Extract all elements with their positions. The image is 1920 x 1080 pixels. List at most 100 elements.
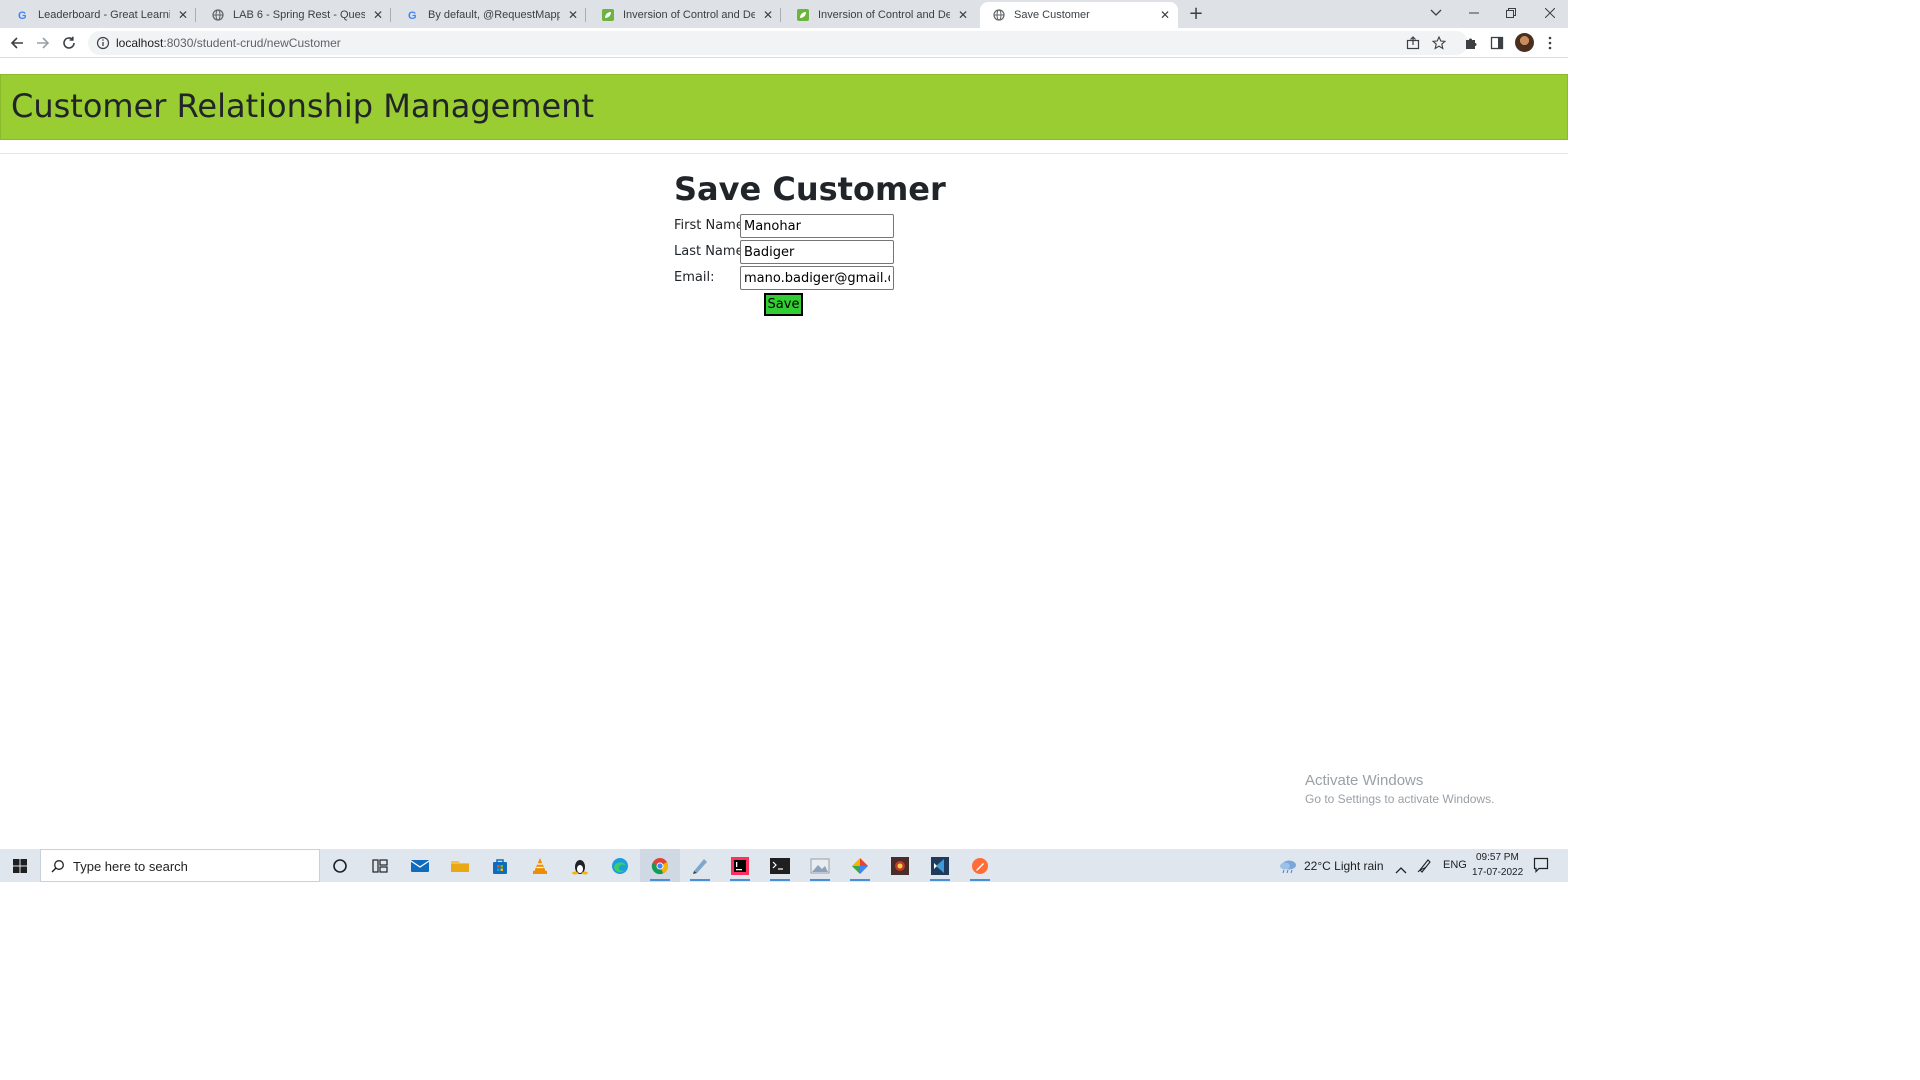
reload-icon <box>63 36 75 49</box>
header-divider <box>0 153 1568 154</box>
globe-icon <box>992 8 1006 22</box>
vlc-icon[interactable] <box>520 849 560 882</box>
browser-tab-strip: G Leaderboard - Great Learning ✕ LAB 6 -… <box>0 0 1568 28</box>
side-panel-button[interactable] <box>1488 34 1506 52</box>
svg-text:G: G <box>18 10 27 21</box>
notification-icon[interactable] <box>1533 857 1549 873</box>
url-text[interactable]: localhost:8030/student-crud/newCustomer <box>116 36 341 50</box>
profile-avatar[interactable] <box>1515 33 1534 52</box>
page-viewport: Customer Relationship Management Save Cu… <box>0 59 1568 849</box>
header-title: Customer Relationship Management <box>11 87 595 125</box>
extensions-button[interactable] <box>1462 34 1480 52</box>
url-host: localhost <box>116 36 164 50</box>
language-indicator[interactable]: ENG <box>1443 859 1467 871</box>
close-icon[interactable]: ✕ <box>761 8 775 22</box>
last-name-label: Last Name: <box>674 244 748 259</box>
close-icon[interactable]: ✕ <box>566 8 580 22</box>
reload-button[interactable] <box>60 34 78 52</box>
search-icon <box>51 860 64 873</box>
star-icon <box>1432 36 1446 50</box>
watermark-title: Activate Windows <box>1305 772 1424 789</box>
tab-search-button[interactable] <box>1421 4 1451 22</box>
new-tab-button[interactable]: + <box>1186 5 1206 23</box>
restore-button[interactable] <box>1496 4 1526 22</box>
chevron-down-icon <box>1430 9 1442 16</box>
browser-menu-button[interactable] <box>1541 34 1559 52</box>
share-button[interactable] <box>1404 34 1422 52</box>
globe-icon <box>211 8 225 22</box>
tab-save-customer[interactable]: Save Customer ✕ <box>980 2 1178 28</box>
minimize-button[interactable] <box>1459 4 1489 22</box>
store-icon[interactable] <box>480 849 520 882</box>
mail-icon[interactable] <box>400 849 440 882</box>
taskbar-search[interactable]: Type here to search <box>40 849 320 882</box>
tab-lab6[interactable]: LAB 6 - Spring Rest - Question (2 ✕ <box>199 2 391 28</box>
tab-title: Inversion of Control and Depend <box>818 9 950 21</box>
tab-title: Inversion of Control and Depend <box>623 9 755 21</box>
chrome-icon[interactable] <box>640 849 680 882</box>
minimize-icon <box>1469 12 1479 14</box>
edge-icon[interactable] <box>600 849 640 882</box>
info-icon[interactable] <box>96 36 110 50</box>
tab-title: LAB 6 - Spring Rest - Question (2 <box>233 9 365 21</box>
svg-text:G: G <box>408 10 417 21</box>
clock-time[interactable]: 09:57 PM <box>1476 852 1519 863</box>
close-icon[interactable]: ✕ <box>1158 8 1172 22</box>
clock-date[interactable]: 17-07-2022 <box>1472 867 1523 878</box>
forward-button[interactable] <box>34 34 52 52</box>
close-icon[interactable]: ✕ <box>371 8 385 22</box>
last-name-input[interactable] <box>740 240 894 264</box>
close-window-button[interactable] <box>1535 4 1565 22</box>
save-button[interactable]: Save <box>764 293 803 316</box>
linux-icon[interactable] <box>560 849 600 882</box>
back-button[interactable] <box>8 34 26 52</box>
email-input[interactable] <box>740 266 894 290</box>
tab-separator <box>585 8 586 22</box>
forward-arrow-icon <box>37 37 50 49</box>
windows-logo-icon <box>13 858 27 873</box>
intellij-icon[interactable] <box>720 849 760 882</box>
spring-leaf-icon <box>796 8 810 22</box>
tab-title: Leaderboard - Great Learning <box>38 9 170 21</box>
close-icon[interactable]: ✕ <box>176 8 190 22</box>
first-name-input[interactable] <box>740 214 894 238</box>
tab-leaderboard[interactable]: G Leaderboard - Great Learning ✕ <box>4 2 196 28</box>
tab-inversion-of-control-2[interactable]: Inversion of Control and Depend ✕ <box>784 2 976 28</box>
postman-icon[interactable] <box>960 849 1000 882</box>
pen-icon[interactable] <box>1417 857 1433 873</box>
game-icon[interactable] <box>880 849 920 882</box>
kebab-menu-icon <box>1548 36 1552 50</box>
tab-separator <box>195 8 196 22</box>
start-button[interactable] <box>0 849 40 882</box>
chevron-up-icon[interactable] <box>1395 860 1407 874</box>
kite-icon[interactable] <box>840 849 880 882</box>
weather-icon[interactable] <box>1278 858 1298 874</box>
google-icon: G <box>406 8 420 22</box>
page-title: Save Customer <box>674 170 946 208</box>
close-icon[interactable]: ✕ <box>956 8 970 22</box>
close-icon <box>1545 8 1555 18</box>
page-header: Customer Relationship Management <box>0 74 1568 140</box>
notepad-icon[interactable] <box>680 849 720 882</box>
activate-windows-watermark: Activate Windows Go to Settings to activ… <box>1305 772 1494 806</box>
vscode-icon[interactable] <box>920 849 960 882</box>
tab-title: By default, @RequestMapping g <box>428 9 560 21</box>
puzzle-icon <box>1466 38 1477 49</box>
url-path: :8030/student-crud/newCustomer <box>163 36 341 50</box>
tab-requestmapping[interactable]: G By default, @RequestMapping g ✕ <box>394 2 586 28</box>
weather-text[interactable]: 22°C Light rain <box>1304 859 1384 873</box>
last-name-row: Last Name: <box>674 240 904 264</box>
address-bar[interactable]: localhost:8030/student-crud/newCustomer <box>88 31 1468 55</box>
tab-separator <box>780 8 781 22</box>
side-panel-icon <box>1490 36 1504 50</box>
image-viewer-icon[interactable] <box>800 849 840 882</box>
tab-separator <box>390 8 391 22</box>
terminal-icon[interactable] <box>760 849 800 882</box>
watermark-subtitle: Go to Settings to activate Windows. <box>1305 792 1495 806</box>
cortana-icon[interactable] <box>320 849 360 882</box>
bookmark-button[interactable] <box>1430 34 1448 52</box>
tab-inversion-of-control-1[interactable]: Inversion of Control and Depend ✕ <box>589 2 781 28</box>
share-icon <box>1406 36 1420 50</box>
file-explorer-icon[interactable] <box>440 849 480 882</box>
task-view-icon[interactable] <box>360 849 400 882</box>
